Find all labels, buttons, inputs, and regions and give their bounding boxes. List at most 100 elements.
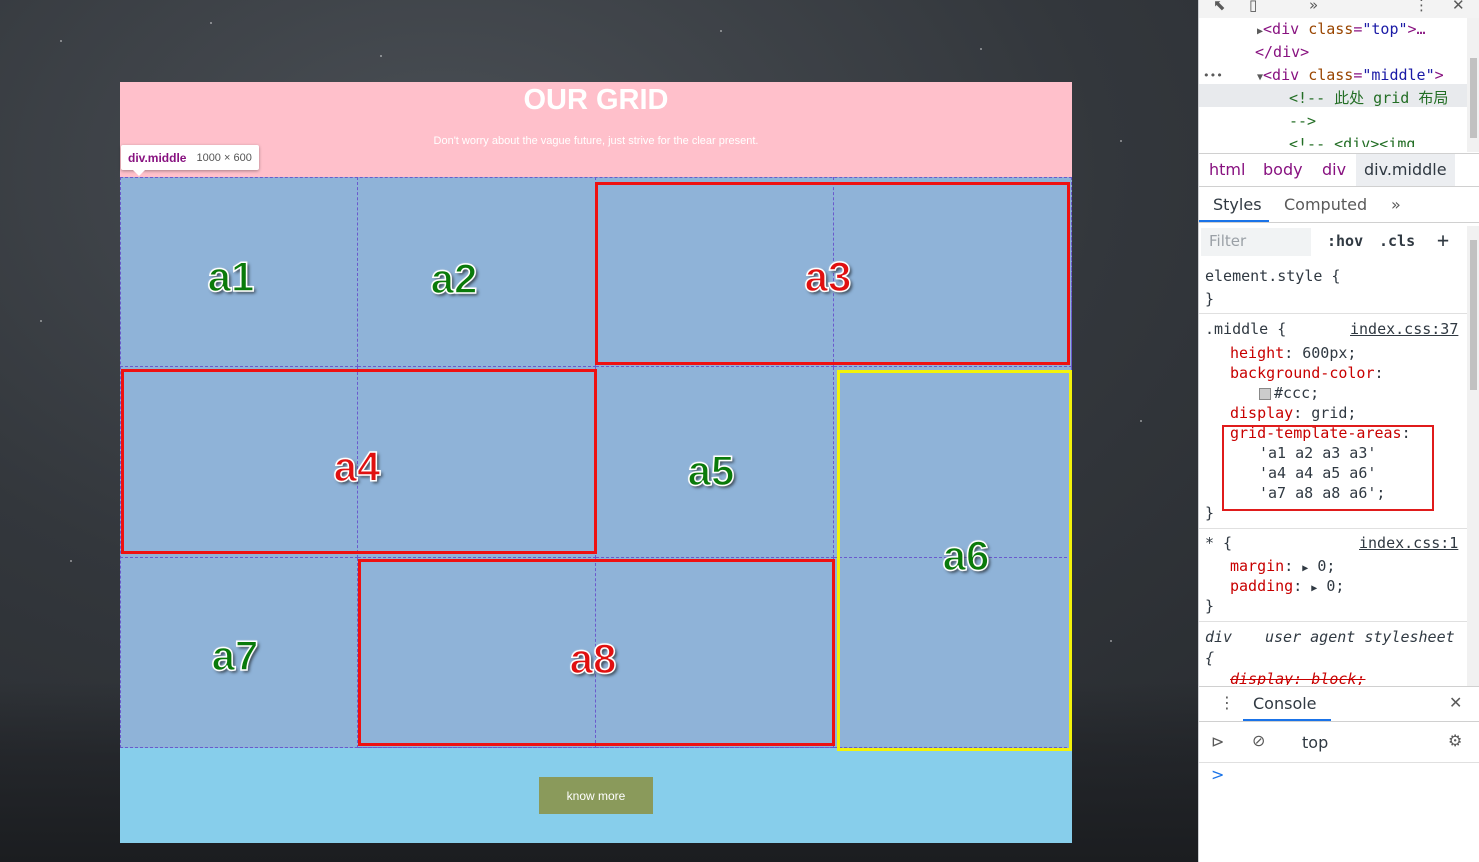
page-container: OUR GRID Don't worry about the vague fut… (120, 82, 1072, 843)
area-label-a2: a2 (430, 254, 478, 303)
element-style-selector[interactable]: element.style { (1205, 266, 1340, 286)
star-dot (1110, 640, 1112, 642)
universal-rule-close: } (1205, 597, 1215, 615)
element-style-close: } (1205, 290, 1215, 308)
grid-cell (596, 558, 834, 748)
device-toolbar-icon[interactable]: ▯ (1249, 0, 1257, 14)
tooltip-tag: div.middle (128, 150, 187, 165)
area-label-a7: a7 (211, 631, 259, 680)
dom-node-top[interactable]: ▶<div class="top">… (1257, 18, 1426, 43)
dom-scrollbar[interactable] (1467, 18, 1479, 152)
console-toolbar: ⊳ ⊘ top ⚙ (1199, 723, 1479, 763)
rule-divider (1199, 528, 1467, 529)
rule-divider (1199, 621, 1467, 622)
breadcrumb-body[interactable]: body (1263, 160, 1303, 179)
devtools-panel: ⬉ ▯ » ⋮ ✕ ▶<div class="top">… </div> •••… (1198, 0, 1479, 862)
top-header: OUR GRID Don't worry about the vague fut… (120, 82, 1072, 177)
area-label-a6: a6 (942, 531, 990, 580)
console-tab-indicator (1243, 719, 1331, 721)
page-title: OUR GRID (523, 84, 669, 116)
grid-cell (120, 367, 358, 558)
styles-tabbar: Styles Computed » (1199, 188, 1479, 223)
breadcrumb-html[interactable]: html (1209, 160, 1245, 179)
tab-styles[interactable]: Styles (1213, 195, 1262, 214)
inspect-element-icon[interactable]: ⬉ (1213, 0, 1226, 14)
styles-filter-input[interactable]: Filter (1201, 228, 1311, 256)
universal-rule-selector[interactable]: * { (1205, 533, 1232, 553)
element-inspector-tooltip: div.middle 1000 × 600 (121, 145, 259, 176)
clear-console-icon[interactable]: ⊘ (1252, 731, 1265, 750)
area-label-a4: a4 (333, 442, 381, 491)
add-rule-icon[interactable]: + (1437, 228, 1449, 252)
grid-areas-highlight-box (1222, 425, 1434, 511)
dom-tree: ▶<div class="top">… </div> ••• ▼<div cla… (1199, 18, 1469, 152)
star-dot (70, 560, 72, 562)
close-drawer-icon[interactable]: ✕ (1449, 693, 1462, 712)
drawer-menu-icon[interactable]: ⋮ (1219, 693, 1235, 712)
dom-ellipsis-icon[interactable]: ••• (1203, 64, 1223, 87)
grid-cell (358, 367, 596, 558)
console-drawer-header: ⋮ Console ✕ (1199, 686, 1479, 722)
tab-more-icon[interactable]: » (1391, 195, 1401, 214)
breadcrumb: html body div div.middle (1199, 153, 1479, 187)
styles-scrollbar-thumb[interactable] (1470, 240, 1477, 390)
console-settings-icon[interactable]: ⚙ (1448, 731, 1462, 750)
console-context-select[interactable]: top (1302, 733, 1328, 752)
tab-computed[interactable]: Computed (1284, 195, 1367, 214)
page-subtitle: Don't worry about the vague future, just… (433, 135, 759, 147)
padding-declaration[interactable]: padding: ▶ 0; (1230, 576, 1344, 599)
height-declaration[interactable]: height: 600px; (1230, 343, 1356, 363)
star-dot (980, 48, 982, 50)
middle-rule-selector[interactable]: .middle { (1205, 319, 1286, 339)
star-dot (720, 30, 722, 32)
star-dot (60, 40, 62, 42)
dom-comment-end[interactable]: --> (1289, 110, 1316, 133)
middle-rule-source-link[interactable]: index.css:37 (1350, 319, 1458, 339)
grid-cell (358, 558, 596, 748)
close-devtools-icon[interactable]: ✕ (1452, 0, 1465, 14)
grid-cell (834, 558, 1072, 748)
bottom-footer: know more (120, 748, 1072, 843)
grid-cell (834, 177, 1072, 367)
dom-node-middle[interactable]: ▼<div class="middle"> (1257, 64, 1444, 89)
star-dot (1140, 420, 1142, 422)
styles-rules: element.style { } .middle { index.css:37… (1199, 260, 1467, 685)
page-viewport: OUR GRID Don't worry about the vague fut… (0, 0, 1198, 862)
cls-toggle[interactable]: .cls (1379, 232, 1415, 250)
grid-cell (596, 177, 834, 367)
color-swatch[interactable] (1259, 387, 1271, 400)
dom-comment-grid[interactable]: <!-- 此处 grid 布局 (1289, 87, 1448, 110)
background-color-declaration[interactable]: background-color: (1230, 363, 1384, 383)
breadcrumb-div-middle[interactable]: div.middle (1356, 154, 1455, 186)
hov-toggle[interactable]: :hov (1327, 232, 1363, 250)
breadcrumb-div[interactable]: div (1322, 160, 1346, 179)
console-sidebar-icon[interactable]: ⊳ (1211, 732, 1224, 751)
devtools-toolbar: ⬉ ▯ » ⋮ ✕ (1199, 0, 1479, 18)
dom-comment-img[interactable]: <!-- <div><img (1289, 133, 1415, 147)
styles-scrollbar[interactable] (1467, 226, 1479, 686)
tab-console[interactable]: Console (1253, 694, 1317, 713)
dom-scrollbar-thumb[interactable] (1470, 58, 1477, 138)
ua-rule-source: user agent stylesheet (1265, 628, 1455, 646)
area-label-a1: a1 (207, 252, 255, 301)
star-dot (380, 55, 382, 57)
ua-rule-selector[interactable]: div (1205, 627, 1232, 647)
more-tabs-icon[interactable]: » (1309, 0, 1318, 14)
display-declaration[interactable]: display: grid; (1230, 403, 1356, 423)
grid-cell (834, 367, 1072, 558)
know-more-button[interactable]: know more (539, 777, 653, 814)
dom-node-close-div[interactable]: </div> (1255, 41, 1309, 64)
ua-rule-open: { (1205, 649, 1215, 667)
tooltip-dimensions: 1000 × 600 (196, 151, 252, 164)
star-dot (40, 320, 42, 322)
ua-display-declaration[interactable]: display: block; (1230, 669, 1365, 685)
rule-divider (1199, 313, 1467, 314)
star-dot (1120, 140, 1122, 142)
middle-rule-close: } (1205, 504, 1215, 522)
universal-rule-source-link[interactable]: index.css:1 (1359, 533, 1458, 553)
area-label-a8: a8 (569, 634, 617, 683)
area-label-a5: a5 (687, 446, 735, 495)
console-prompt-icon[interactable]: > (1211, 765, 1224, 784)
background-color-value[interactable]: #ccc; (1259, 383, 1319, 403)
devtools-menu-icon[interactable]: ⋮ (1414, 0, 1429, 14)
